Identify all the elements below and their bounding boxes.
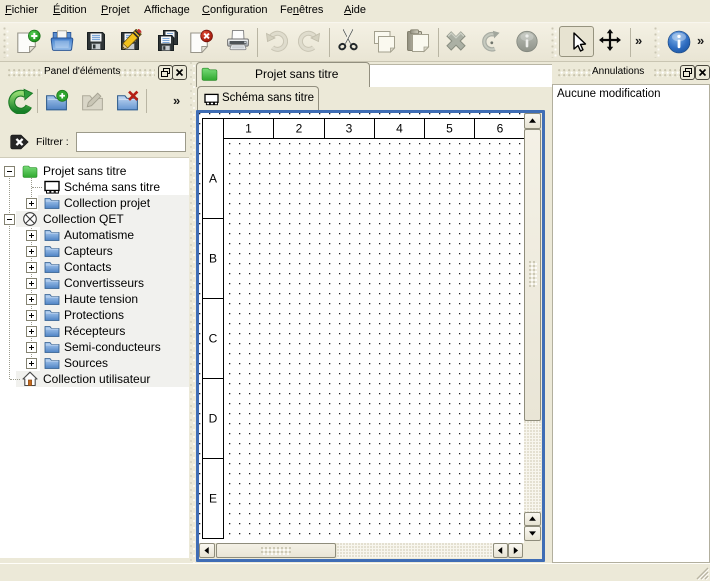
svg-text:2: 2 [296,122,303,136]
svg-text:1: 1 [245,122,252,136]
svg-text:4: 4 [396,122,403,136]
svg-text:B: B [209,252,217,266]
svg-text:5: 5 [446,122,453,136]
svg-text:E: E [209,492,217,506]
svg-text:A: A [209,172,217,186]
svg-text:3: 3 [346,122,353,136]
svg-text:C: C [209,332,218,346]
svg-text:D: D [209,412,218,426]
svg-text:6: 6 [497,122,504,136]
